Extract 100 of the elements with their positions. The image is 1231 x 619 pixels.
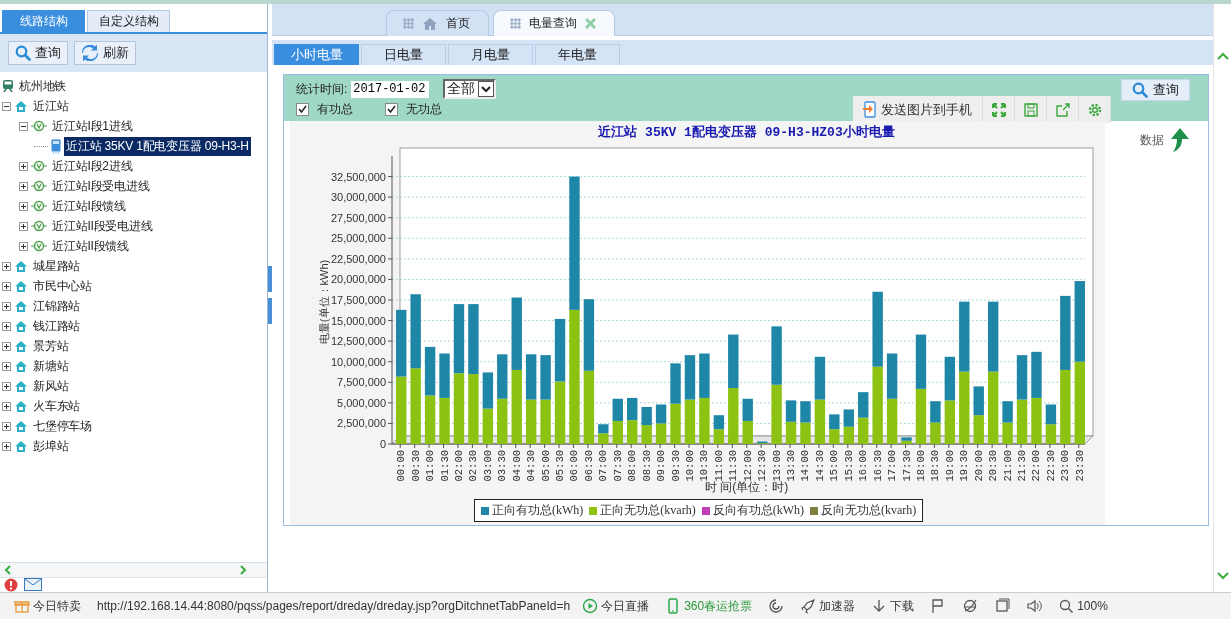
x-tick-mark [572, 443, 574, 449]
tree-item[interactable]: 近江站II段受电进线 [50, 216, 155, 236]
tree-item[interactable]: 景芳站 [31, 336, 71, 356]
x-tick-mark [414, 443, 416, 449]
status-item[interactable]: 今日直播 [582, 597, 650, 615]
expand-toggle[interactable] [19, 221, 28, 231]
tree-item[interactable]: 近江站I段受电进线 [50, 176, 152, 196]
scroll-up-icon[interactable] [1216, 52, 1229, 60]
expand-toggle[interactable] [19, 241, 28, 251]
bar [497, 354, 508, 399]
page-tab[interactable]: 首页 [386, 10, 489, 36]
expand-handle[interactable] [268, 298, 272, 324]
status-item[interactable]: 加速器 [800, 597, 856, 615]
expand-toggle[interactable] [2, 401, 11, 411]
data-toggle[interactable]: 数据 [1139, 132, 1164, 525]
x-tick-mark [471, 443, 473, 449]
expand-toggle[interactable] [2, 301, 11, 311]
x-tick-label: 04:30 [525, 450, 538, 482]
panel-tab[interactable]: 自定义结构 [87, 10, 170, 32]
expand-toggle[interactable] [2, 361, 11, 371]
speaker-icon [1026, 598, 1043, 614]
x-tick-label: 04:00 [510, 450, 523, 482]
bar [713, 415, 725, 430]
scroll-down-icon[interactable] [1216, 572, 1229, 580]
status-button[interactable] [768, 598, 785, 614]
expand-toggle[interactable] [19, 181, 28, 191]
tree-item[interactable]: 彭埠站 [31, 436, 71, 456]
expand-toggle[interactable] [2, 421, 11, 431]
scope-dropdown[interactable]: 全部 [443, 79, 497, 99]
tree-item[interactable]: 近江站 35KV 1配电变压器 09-H3-H [64, 136, 251, 156]
refresh-button[interactable]: 刷新 [74, 41, 136, 65]
bar [728, 334, 739, 389]
x-tick-label: 12:30 [756, 450, 769, 482]
status-item[interactable]: 下载 [871, 597, 915, 615]
checkbox[interactable] [296, 102, 309, 116]
scroll-right-icon[interactable] [239, 565, 247, 575]
collapse-handle[interactable] [268, 266, 272, 292]
page-tab[interactable]: 电量查询 [493, 10, 615, 36]
period-tab[interactable]: 年电量 [535, 44, 620, 65]
bar [1031, 397, 1042, 444]
x-tick-label: 05:00 [539, 450, 552, 482]
tree-item[interactable]: 七堡停车场 [31, 416, 94, 436]
tree-item[interactable]: 近江站II段馈线 [50, 236, 132, 256]
search-button[interactable]: 查询 [8, 41, 68, 65]
checkbox[interactable] [385, 102, 398, 116]
x-tick-label: 03:00 [481, 450, 494, 482]
expand-toggle[interactable] [19, 161, 28, 171]
status-button[interactable] [994, 598, 1011, 614]
x-tick-mark [486, 443, 488, 449]
tree-item[interactable]: 近江站I段馈线 [50, 196, 128, 216]
checkbox-label: 无功总 [406, 100, 442, 118]
tree-item[interactable]: 江锦路站 [31, 296, 83, 316]
x-tick-label: 02:00 [452, 450, 465, 482]
expand-toggle[interactable] [2, 381, 11, 391]
up-arrow-icon[interactable] [1169, 127, 1190, 153]
tree-item[interactable]: 新塘站 [31, 356, 71, 376]
x-tick-mark [977, 443, 979, 449]
period-tab[interactable]: 月电量 [448, 44, 533, 65]
bar [771, 384, 782, 444]
house-icon [14, 259, 28, 273]
tree-item[interactable]: 杭州地铁 [17, 76, 69, 96]
x-axis-title: 时 间(单位：时) [704, 480, 789, 494]
bar [713, 429, 725, 444]
x-tick-label: 07:30 [611, 450, 624, 482]
search-button[interactable]: 查询 [1121, 79, 1190, 101]
status-button[interactable] [1026, 598, 1043, 614]
tree-item[interactable]: 火车东站 [31, 396, 83, 416]
status-item[interactable]: 100% [1058, 598, 1108, 614]
x-tick-label: 20:00 [972, 450, 985, 482]
error-icon[interactable] [4, 578, 18, 592]
mail-icon[interactable] [24, 578, 42, 591]
period-tab[interactable]: 日电量 [361, 44, 446, 65]
collapse-toggle[interactable] [2, 101, 11, 111]
tree-item[interactable]: 近江站I段2进线 [50, 156, 135, 176]
tree-item[interactable]: 城星路站 [31, 256, 83, 276]
expand-toggle[interactable] [2, 341, 11, 351]
scroll-left-icon[interactable] [4, 565, 12, 575]
y-tick-mark [387, 320, 393, 322]
tree-item[interactable]: 市民中心站 [31, 276, 94, 296]
status-button[interactable] [962, 598, 979, 614]
collapse-toggle[interactable] [19, 121, 28, 131]
tree-item[interactable]: 新风站 [31, 376, 71, 396]
date-field[interactable]: 2017-01-02 [351, 80, 430, 98]
x-tick-mark [659, 443, 661, 449]
expand-toggle[interactable] [2, 261, 11, 271]
y-tick-label: 25,000,000 [330, 232, 386, 245]
tree-item[interactable]: 钱江路站 [31, 316, 83, 336]
expand-toggle[interactable] [2, 441, 11, 451]
x-tick-label: 17:30 [900, 450, 913, 482]
expand-toggle[interactable] [2, 281, 11, 291]
bar [439, 353, 450, 398]
x-tick-mark [1006, 443, 1008, 449]
bar [497, 398, 508, 444]
expand-toggle[interactable] [2, 321, 11, 331]
expand-toggle[interactable] [19, 201, 28, 211]
tree-item[interactable]: 近江站 [31, 96, 71, 116]
x-tick-mark [674, 443, 676, 449]
status-item[interactable]: 今日特卖 [14, 597, 81, 615]
x-tick-mark [1078, 443, 1080, 449]
tree-item[interactable]: 近江站I段1进线 [50, 116, 135, 136]
